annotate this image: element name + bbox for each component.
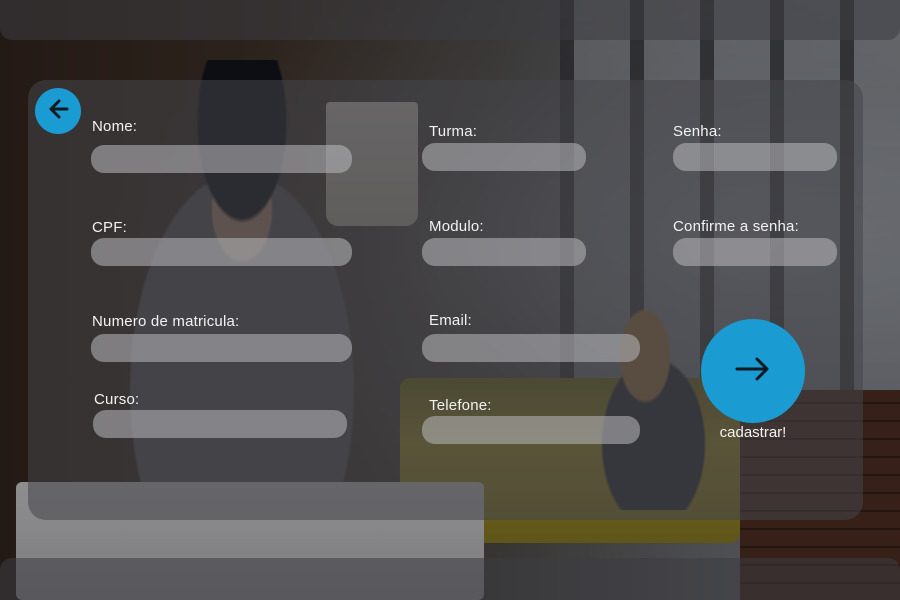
label-modulo: Modulo:: [429, 218, 484, 235]
label-cpf: CPF:: [92, 219, 127, 236]
cadastrar-button[interactable]: [701, 319, 805, 423]
email-field[interactable]: [422, 334, 640, 362]
label-email: Email:: [429, 312, 472, 329]
turma-field[interactable]: [422, 143, 586, 171]
matricula-field[interactable]: [91, 334, 352, 362]
cpf-field[interactable]: [91, 238, 352, 266]
label-senha: Senha:: [673, 123, 722, 140]
back-button[interactable]: [35, 88, 81, 134]
label-telefone: Telefone:: [429, 397, 492, 414]
arrow-left-icon: [45, 96, 71, 127]
curso-field[interactable]: [93, 410, 347, 438]
telefone-field[interactable]: [422, 416, 640, 444]
label-matricula: Numero de matricula:: [92, 313, 240, 330]
label-confirme-senha: Confirme a senha:: [673, 218, 799, 235]
cadastrar-label: cadastrar!: [719, 424, 787, 441]
modulo-field[interactable]: [422, 238, 586, 266]
senha-field[interactable]: [673, 143, 837, 171]
label-turma: Turma:: [429, 123, 478, 140]
nome-field[interactable]: [91, 145, 352, 173]
arrow-right-icon: [733, 354, 773, 389]
top-bar: [0, 0, 900, 40]
label-nome: Nome:: [92, 118, 138, 135]
bottom-bar: [0, 558, 900, 600]
label-curso: Curso:: [94, 391, 140, 408]
confirme-senha-field[interactable]: [673, 238, 837, 266]
